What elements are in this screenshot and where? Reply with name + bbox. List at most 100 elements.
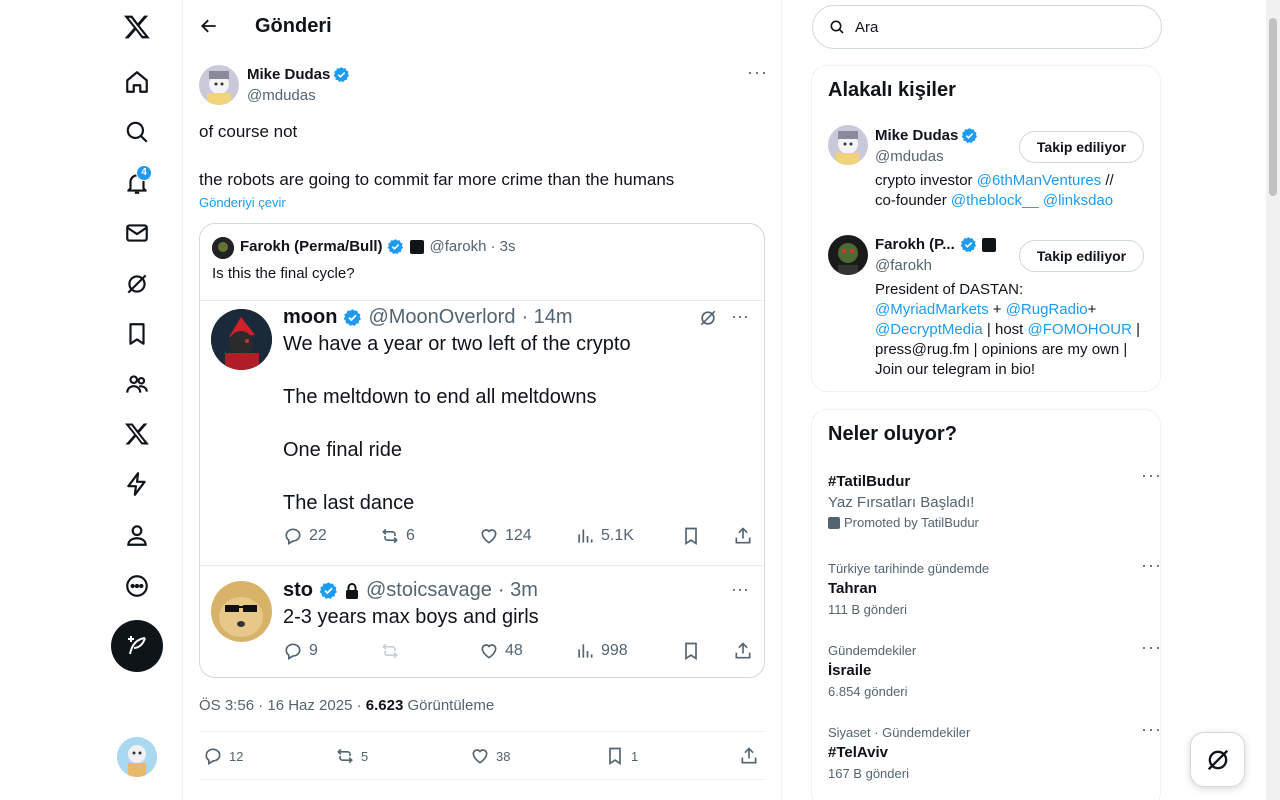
scrollbar-thumb[interactable] bbox=[1269, 18, 1277, 196]
search-bar[interactable]: Ara bbox=[812, 5, 1162, 49]
page-scrollbar[interactable] bbox=[1266, 0, 1280, 800]
sto-handle: @stoicsavage bbox=[366, 579, 492, 601]
compose-feather-icon bbox=[128, 636, 146, 655]
bio-link[interactable]: @MyriadMarkets bbox=[875, 301, 989, 318]
replies-count: 12 bbox=[229, 748, 244, 764]
verified-orgs-lightning-icon[interactable] bbox=[111, 462, 163, 506]
explore-search-icon[interactable] bbox=[111, 110, 163, 154]
following-button[interactable]: Takip ediliyor bbox=[1019, 240, 1144, 272]
moon-reply: 22 bbox=[283, 526, 380, 546]
communities-icon[interactable] bbox=[111, 362, 163, 406]
bookmark-button[interactable]: 1 bbox=[605, 746, 739, 766]
post-more-icon[interactable]: ··· bbox=[747, 62, 768, 83]
home-icon[interactable] bbox=[111, 60, 163, 104]
trend-name: İsraile bbox=[828, 662, 872, 679]
share-button[interactable] bbox=[739, 746, 759, 766]
related-name[interactable]: Mike Dudas bbox=[875, 127, 958, 144]
reposts-count: 5 bbox=[361, 748, 369, 764]
promoted-label: Promoted by TatilBudur bbox=[844, 515, 979, 530]
related-bio: crypto investor @6thManVentures // co-fo… bbox=[875, 171, 1150, 211]
quote-author-name: Farokh (Perma/Bull) bbox=[240, 238, 383, 255]
divider bbox=[199, 779, 765, 780]
trend-more-icon[interactable]: ··· bbox=[1141, 637, 1162, 658]
trend-item[interactable]: #TatilBudur Yaz Fırsatları Başladı! Prom… bbox=[828, 465, 1161, 543]
more-options-icon[interactable] bbox=[111, 564, 163, 608]
account-avatar[interactable] bbox=[117, 737, 157, 777]
bio-text: Join our telegram in bio! bbox=[875, 361, 1036, 378]
bio-text: co-founder bbox=[875, 192, 951, 209]
reply-button[interactable]: 12 bbox=[203, 746, 335, 766]
bio-link[interactable]: @RugRadio bbox=[1006, 301, 1088, 318]
divider bbox=[199, 731, 765, 732]
moon-avatar bbox=[211, 309, 272, 370]
trend-item[interactable]: Siyaset · Gündemdekiler #TelAviv 167 B g… bbox=[828, 719, 1161, 785]
related-avatar-farokh[interactable] bbox=[828, 235, 868, 275]
like-heart-icon bbox=[481, 644, 497, 659]
views-chart-icon bbox=[578, 529, 593, 543]
quoted-post[interactable]: Farokh (Perma/Bull) @farokh · 3s Is this… bbox=[199, 223, 765, 678]
trend-more-icon[interactable]: ··· bbox=[1141, 465, 1162, 486]
trend-item[interactable]: Türkiye tarihinde gündemde Tahran 111 B … bbox=[828, 555, 1161, 621]
translate-post-link[interactable]: Gönderiyi çevir bbox=[199, 195, 286, 210]
quote-author-avatar bbox=[212, 237, 234, 259]
reply-icon bbox=[285, 643, 301, 660]
related-handle[interactable]: @mdudas bbox=[875, 148, 944, 165]
moon-actions: 22 6 124 5.1K bbox=[283, 526, 753, 546]
trend-item[interactable]: Gündemdekiler İsraile 6.854 gönderi ··· bbox=[828, 637, 1161, 703]
bookmarks-icon[interactable] bbox=[111, 312, 163, 356]
moon-replies-count: 22 bbox=[309, 527, 327, 544]
bio-link[interactable]: @DecryptMedia bbox=[875, 321, 983, 338]
back-arrow-icon[interactable] bbox=[199, 16, 221, 38]
following-button[interactable]: Takip ediliyor bbox=[1019, 131, 1144, 163]
sto-time: · 3m bbox=[497, 579, 538, 601]
moon-likes-count: 124 bbox=[505, 527, 532, 544]
bookmark-icon bbox=[609, 747, 621, 766]
sto-text: 2-3 years max boys and girls bbox=[283, 606, 539, 628]
trend-context: Türkiye tarihinde gündemde bbox=[828, 561, 990, 576]
repost-button[interactable]: 5 bbox=[335, 746, 470, 766]
grok-icon[interactable] bbox=[111, 262, 163, 306]
trend-count: 6.854 gönderi bbox=[828, 684, 908, 699]
related-name[interactable]: Farokh (P... bbox=[875, 236, 955, 253]
verified-badge-icon bbox=[960, 237, 976, 253]
bookmark-icon bbox=[681, 526, 733, 546]
moon-handle: @MoonOverlord bbox=[368, 306, 516, 328]
sto-avatar bbox=[211, 581, 272, 642]
trend-subtitle: Yaz Fırsatları Başladı! bbox=[828, 494, 975, 511]
trend-name: #TelAviv bbox=[828, 744, 889, 761]
moon-line4: The last dance bbox=[283, 492, 415, 514]
post-author-handle[interactable]: @mdudas bbox=[247, 87, 316, 104]
sto-like: 48 bbox=[479, 641, 575, 661]
compose-post-button[interactable] bbox=[111, 620, 163, 672]
post-author-avatar[interactable] bbox=[199, 65, 239, 105]
verified-badge-icon bbox=[344, 309, 362, 326]
quote-text: Is this the final cycle? bbox=[212, 265, 355, 282]
related-avatar-mdudas[interactable] bbox=[828, 125, 868, 165]
grok-floating-button[interactable] bbox=[1190, 732, 1245, 787]
bio-link[interactable]: @6thManVentures bbox=[977, 172, 1101, 189]
post-actions: 12 5 38 1 bbox=[203, 746, 763, 766]
bio-link[interactable]: @theblock__ bbox=[951, 192, 1039, 209]
trend-more-icon[interactable]: ··· bbox=[1141, 555, 1162, 576]
trend-name: Tahran bbox=[828, 580, 877, 597]
bookmarks-count: 1 bbox=[631, 748, 639, 764]
affiliate-badge-icon bbox=[981, 237, 996, 252]
profile-icon[interactable] bbox=[111, 513, 163, 557]
search-input[interactable]: Ara bbox=[855, 19, 878, 36]
premium-x-icon[interactable] bbox=[111, 412, 163, 456]
bio-link[interactable]: @FOMOHOUR bbox=[1028, 321, 1132, 338]
x-logo-icon[interactable] bbox=[111, 5, 163, 49]
related-handle[interactable]: @farokh bbox=[875, 257, 932, 274]
messages-envelope-icon[interactable] bbox=[111, 211, 163, 255]
screenshot-divider bbox=[200, 565, 764, 566]
sto-replies-count: 9 bbox=[309, 642, 318, 659]
left-nav: 4 bbox=[0, 0, 182, 800]
notifications-bell-icon[interactable]: 4 bbox=[111, 161, 163, 205]
like-button[interactable]: 38 bbox=[470, 746, 605, 766]
post-author-name[interactable]: Mike Dudas bbox=[247, 66, 330, 83]
moon-more-icon: ··· bbox=[731, 306, 749, 326]
moon-line3: One final ride bbox=[283, 439, 402, 461]
repost-icon bbox=[337, 748, 353, 764]
trend-more-icon[interactable]: ··· bbox=[1141, 719, 1162, 740]
bio-link[interactable]: @linksdao bbox=[1043, 192, 1113, 209]
